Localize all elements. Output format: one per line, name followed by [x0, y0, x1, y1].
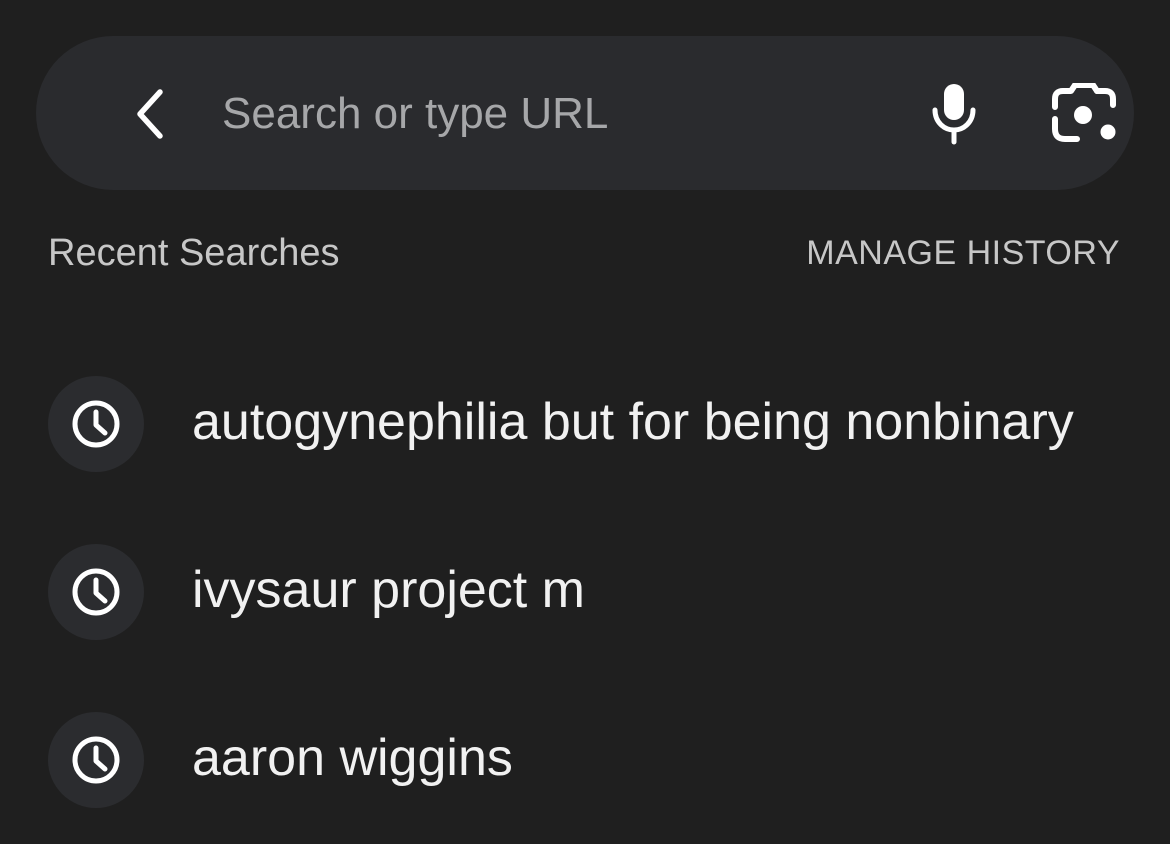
chevron-left-icon — [137, 89, 163, 139]
history-icon-container — [48, 544, 144, 640]
history-item-label: autogynephilia but for being nonbinary — [192, 393, 1074, 451]
search-bar — [36, 36, 1134, 190]
lens-search-button[interactable] — [1040, 76, 1132, 152]
microphone-icon — [932, 84, 976, 145]
back-button[interactable] — [114, 84, 186, 144]
history-icon-container — [48, 712, 144, 808]
search-input[interactable] — [222, 76, 862, 152]
history-item-label: aaron wiggins — [192, 729, 513, 787]
history-clock-icon — [72, 736, 120, 784]
history-clock-icon — [72, 568, 120, 616]
google-lens-icon — [1052, 83, 1116, 142]
history-item[interactable]: aaron wiggins — [48, 710, 1138, 810]
manage-history-button[interactable]: MANAGE HISTORY — [806, 234, 1120, 273]
history-item[interactable]: autogynephilia but for being nonbinary — [48, 374, 1138, 474]
voice-search-button[interactable] — [912, 76, 996, 152]
history-clock-icon — [72, 400, 120, 448]
history-item[interactable]: ivysaur project m — [48, 542, 1138, 642]
recent-searches-heading: Recent Searches — [48, 232, 340, 274]
history-icon-container — [48, 376, 144, 472]
history-item-label: ivysaur project m — [192, 561, 585, 619]
